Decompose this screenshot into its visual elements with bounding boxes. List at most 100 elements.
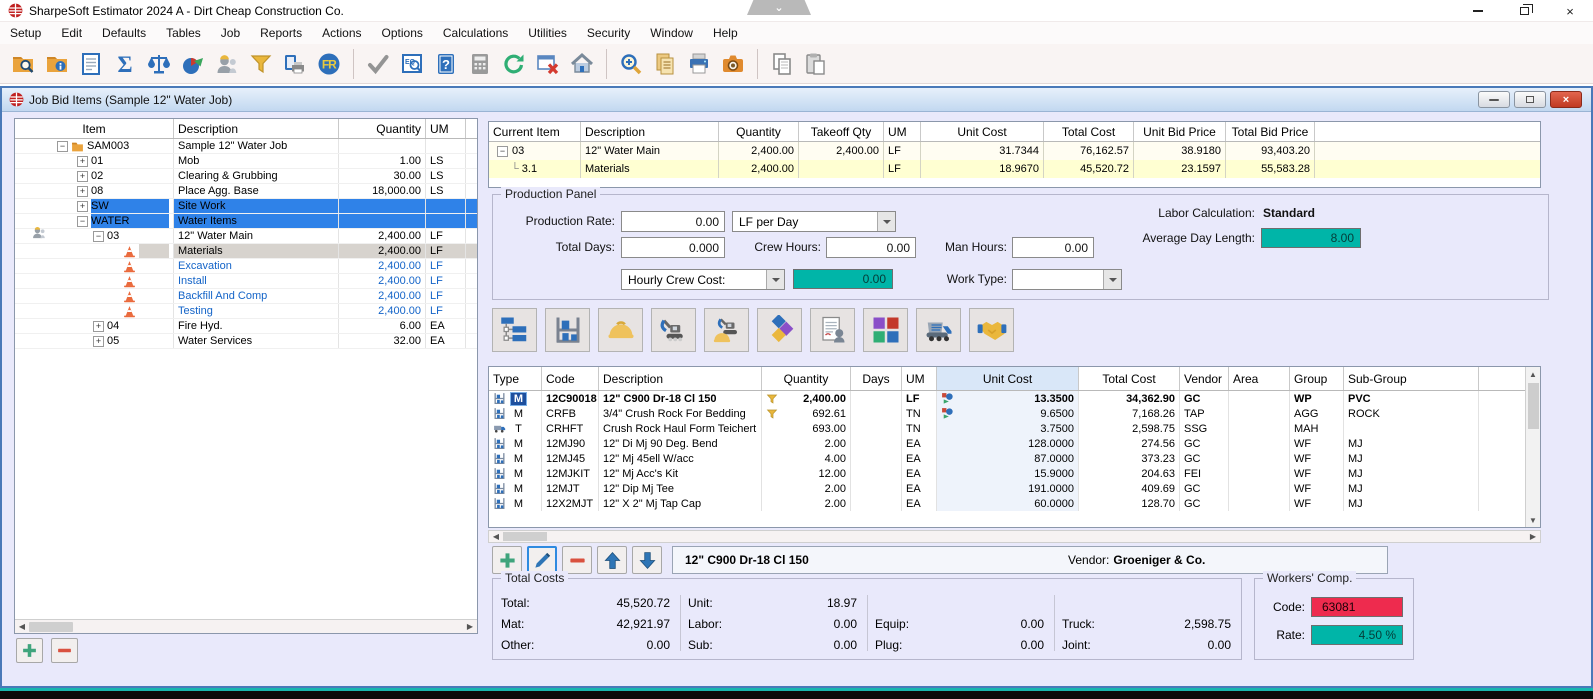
materials-rack-button[interactable] — [545, 308, 590, 352]
tree-row[interactable]: +01Mob1.00LS — [15, 154, 477, 169]
tree-row[interactable]: Materials2,400.00LF — [15, 244, 477, 259]
preview-button[interactable]: EQ — [398, 50, 426, 78]
overlay-notch[interactable]: ⌄ — [747, 0, 811, 15]
detail-row[interactable]: M12MJKIT12" Mj Acc's Kit12.00EA15.900020… — [489, 466, 1525, 481]
col-header-unit-bid-price[interactable]: Unit Bid Price — [1134, 122, 1226, 141]
menu-setup[interactable]: Setup — [0, 22, 51, 44]
chevron-down-icon[interactable] — [766, 270, 784, 289]
chevron-down-icon[interactable] — [1103, 270, 1121, 289]
collapse-icon[interactable]: − — [93, 231, 104, 242]
col-header-type[interactable]: Type — [489, 367, 542, 390]
expand-icon[interactable]: + — [77, 156, 88, 167]
col-header-group[interactable]: Group — [1290, 367, 1344, 390]
tree-row[interactable]: +08Place Agg. Base18,000.00LS — [15, 184, 477, 199]
menu-utilities[interactable]: Utilities — [518, 22, 577, 44]
collapse-icon[interactable]: − — [77, 216, 88, 227]
tree-row[interactable]: Backfill And Comp2,400.00LF — [15, 289, 477, 304]
work-type-select[interactable] — [1012, 269, 1122, 290]
notes-button[interactable] — [77, 50, 105, 78]
col-header-unit-cost[interactable]: Unit Cost — [921, 122, 1044, 141]
col-header-um[interactable]: UM — [884, 122, 921, 141]
tree-row[interactable]: −WATERWater Items — [15, 214, 477, 229]
window-close-button[interactable]: × — [1547, 0, 1593, 22]
expand-icon[interactable]: + — [93, 336, 104, 347]
menu-defaults[interactable]: Defaults — [92, 22, 156, 44]
remove-bid-item-button[interactable] — [51, 638, 78, 663]
scroll-down-icon[interactable]: ▼ — [1526, 513, 1540, 527]
summary-sigma-button[interactable]: Σ — [111, 50, 139, 78]
col-header-sub-group[interactable]: Sub-Group — [1344, 367, 1479, 390]
calculator-button[interactable] — [466, 50, 494, 78]
help-book-button[interactable]: ? — [432, 50, 460, 78]
detail-row[interactable]: M12C9001812" C900 Dr-18 Cl 1502,400.00LF… — [489, 391, 1525, 406]
menu-options[interactable]: Options — [372, 22, 433, 44]
job-open-button[interactable] — [9, 50, 37, 78]
crew-hours-input[interactable] — [826, 237, 916, 258]
chevron-down-icon[interactable] — [877, 212, 895, 231]
window-restore-button[interactable] — [1501, 0, 1547, 22]
trucking-dumptruck-button[interactable] — [916, 308, 961, 352]
move-down-button[interactable] — [632, 546, 662, 574]
scroll-left-icon[interactable]: ◀ — [15, 620, 29, 634]
col-header-code[interactable]: Code — [542, 367, 599, 390]
tree-row[interactable]: +SWSite Work — [15, 199, 477, 214]
col-header-current-item[interactable]: Current Item — [489, 122, 581, 141]
tree-row[interactable]: +05Water Services32.00EA — [15, 334, 477, 349]
bid-balance-button[interactable] — [145, 50, 173, 78]
foreman-report-button[interactable]: FR — [315, 50, 343, 78]
crew-button[interactable] — [213, 50, 241, 78]
menu-reports[interactable]: Reports — [250, 22, 312, 44]
labor-hardhat-button[interactable] — [598, 308, 643, 352]
collapse-icon[interactable]: − — [57, 141, 68, 152]
tree-row[interactable]: Testing2,400.00LF — [15, 304, 477, 319]
menu-window[interactable]: Window — [640, 22, 703, 44]
scroll-left-icon[interactable]: ◀ — [489, 532, 503, 541]
scroll-up-icon[interactable]: ▲ — [1526, 367, 1540, 381]
snapshot-camera-button[interactable] — [719, 50, 747, 78]
tree-row[interactable]: +02Clearing & Grubbing30.00LS — [15, 169, 477, 184]
close-window-button[interactable] — [534, 50, 562, 78]
subcontract-contract-button[interactable] — [810, 308, 855, 352]
menu-calculations[interactable]: Calculations — [433, 22, 518, 44]
col-header-item[interactable]: Item — [15, 119, 174, 138]
expand-icon[interactable]: + — [77, 186, 88, 197]
tree-row[interactable]: Excavation2,400.00LF — [15, 259, 477, 274]
detail-row[interactable]: M12MJ4512" Mj 45ell W/acc4.00EA87.000037… — [489, 451, 1525, 466]
delete-cost-item-button[interactable] — [562, 546, 592, 574]
menu-tables[interactable]: Tables — [156, 22, 211, 44]
detail-row[interactable]: M12MJ9012" Di Mj 90 Deg. Bend2.00EA128.0… — [489, 436, 1525, 451]
scrollbar-thumb[interactable] — [29, 622, 73, 632]
col-header-quantity[interactable]: Quantity — [762, 367, 851, 390]
production-rate-input[interactable] — [621, 211, 725, 232]
mdi-restore-button[interactable] — [1514, 91, 1546, 108]
scrollbar-thumb[interactable] — [503, 532, 547, 541]
hourly-crew-cost-select[interactable]: Hourly Crew Cost: — [621, 269, 785, 290]
job-info-button[interactable] — [43, 50, 71, 78]
collapse-icon[interactable]: − — [497, 146, 508, 157]
add-bid-item-button[interactable] — [16, 638, 43, 663]
detail-row[interactable]: M12X2MJT12" X 2" Mj Tap Cap2.00EA60.0000… — [489, 496, 1525, 511]
tree-row[interactable]: −0312" Water Main2,400.00LF — [15, 229, 477, 244]
col-header-total-cost[interactable]: Total Cost — [1044, 122, 1134, 141]
expand-icon[interactable]: + — [93, 321, 104, 332]
expand-icon[interactable]: + — [77, 171, 88, 182]
detail-row[interactable]: MCRFB3/4" Crush Rock For Bedding692.61TN… — [489, 406, 1525, 421]
print-button[interactable] — [685, 50, 713, 78]
menu-job[interactable]: Job — [211, 22, 250, 44]
tree-row[interactable]: −SAM003Sample 12" Water Job — [15, 139, 477, 154]
analysis-pie-button[interactable] — [179, 50, 207, 78]
mdi-close-button[interactable]: × — [1550, 91, 1582, 108]
mdi-minimize-button[interactable] — [1478, 91, 1510, 108]
approve-check-button[interactable] — [364, 50, 392, 78]
col-header-total-bid-price[interactable]: Total Bid Price — [1226, 122, 1315, 141]
edit-cost-item-button[interactable] — [527, 546, 557, 574]
detail-row[interactable]: M12MJT12" Dip Mj Tee2.00EA191.0000409.69… — [489, 481, 1525, 496]
scroll-right-icon[interactable]: ▶ — [1526, 532, 1540, 541]
scroll-right-icon[interactable]: ▶ — [463, 620, 477, 634]
crews-diamonds-button[interactable] — [757, 308, 802, 352]
col-header-vendor[interactable]: Vendor — [1180, 367, 1229, 390]
zoom-in-button[interactable] — [617, 50, 645, 78]
col-header-quantity[interactable]: Quantity — [719, 122, 799, 141]
mdi-titlebar[interactable]: Job Bid Items (Sample 12" Water Job) × — [2, 88, 1591, 112]
scrollbar-thumb[interactable] — [1528, 383, 1539, 429]
